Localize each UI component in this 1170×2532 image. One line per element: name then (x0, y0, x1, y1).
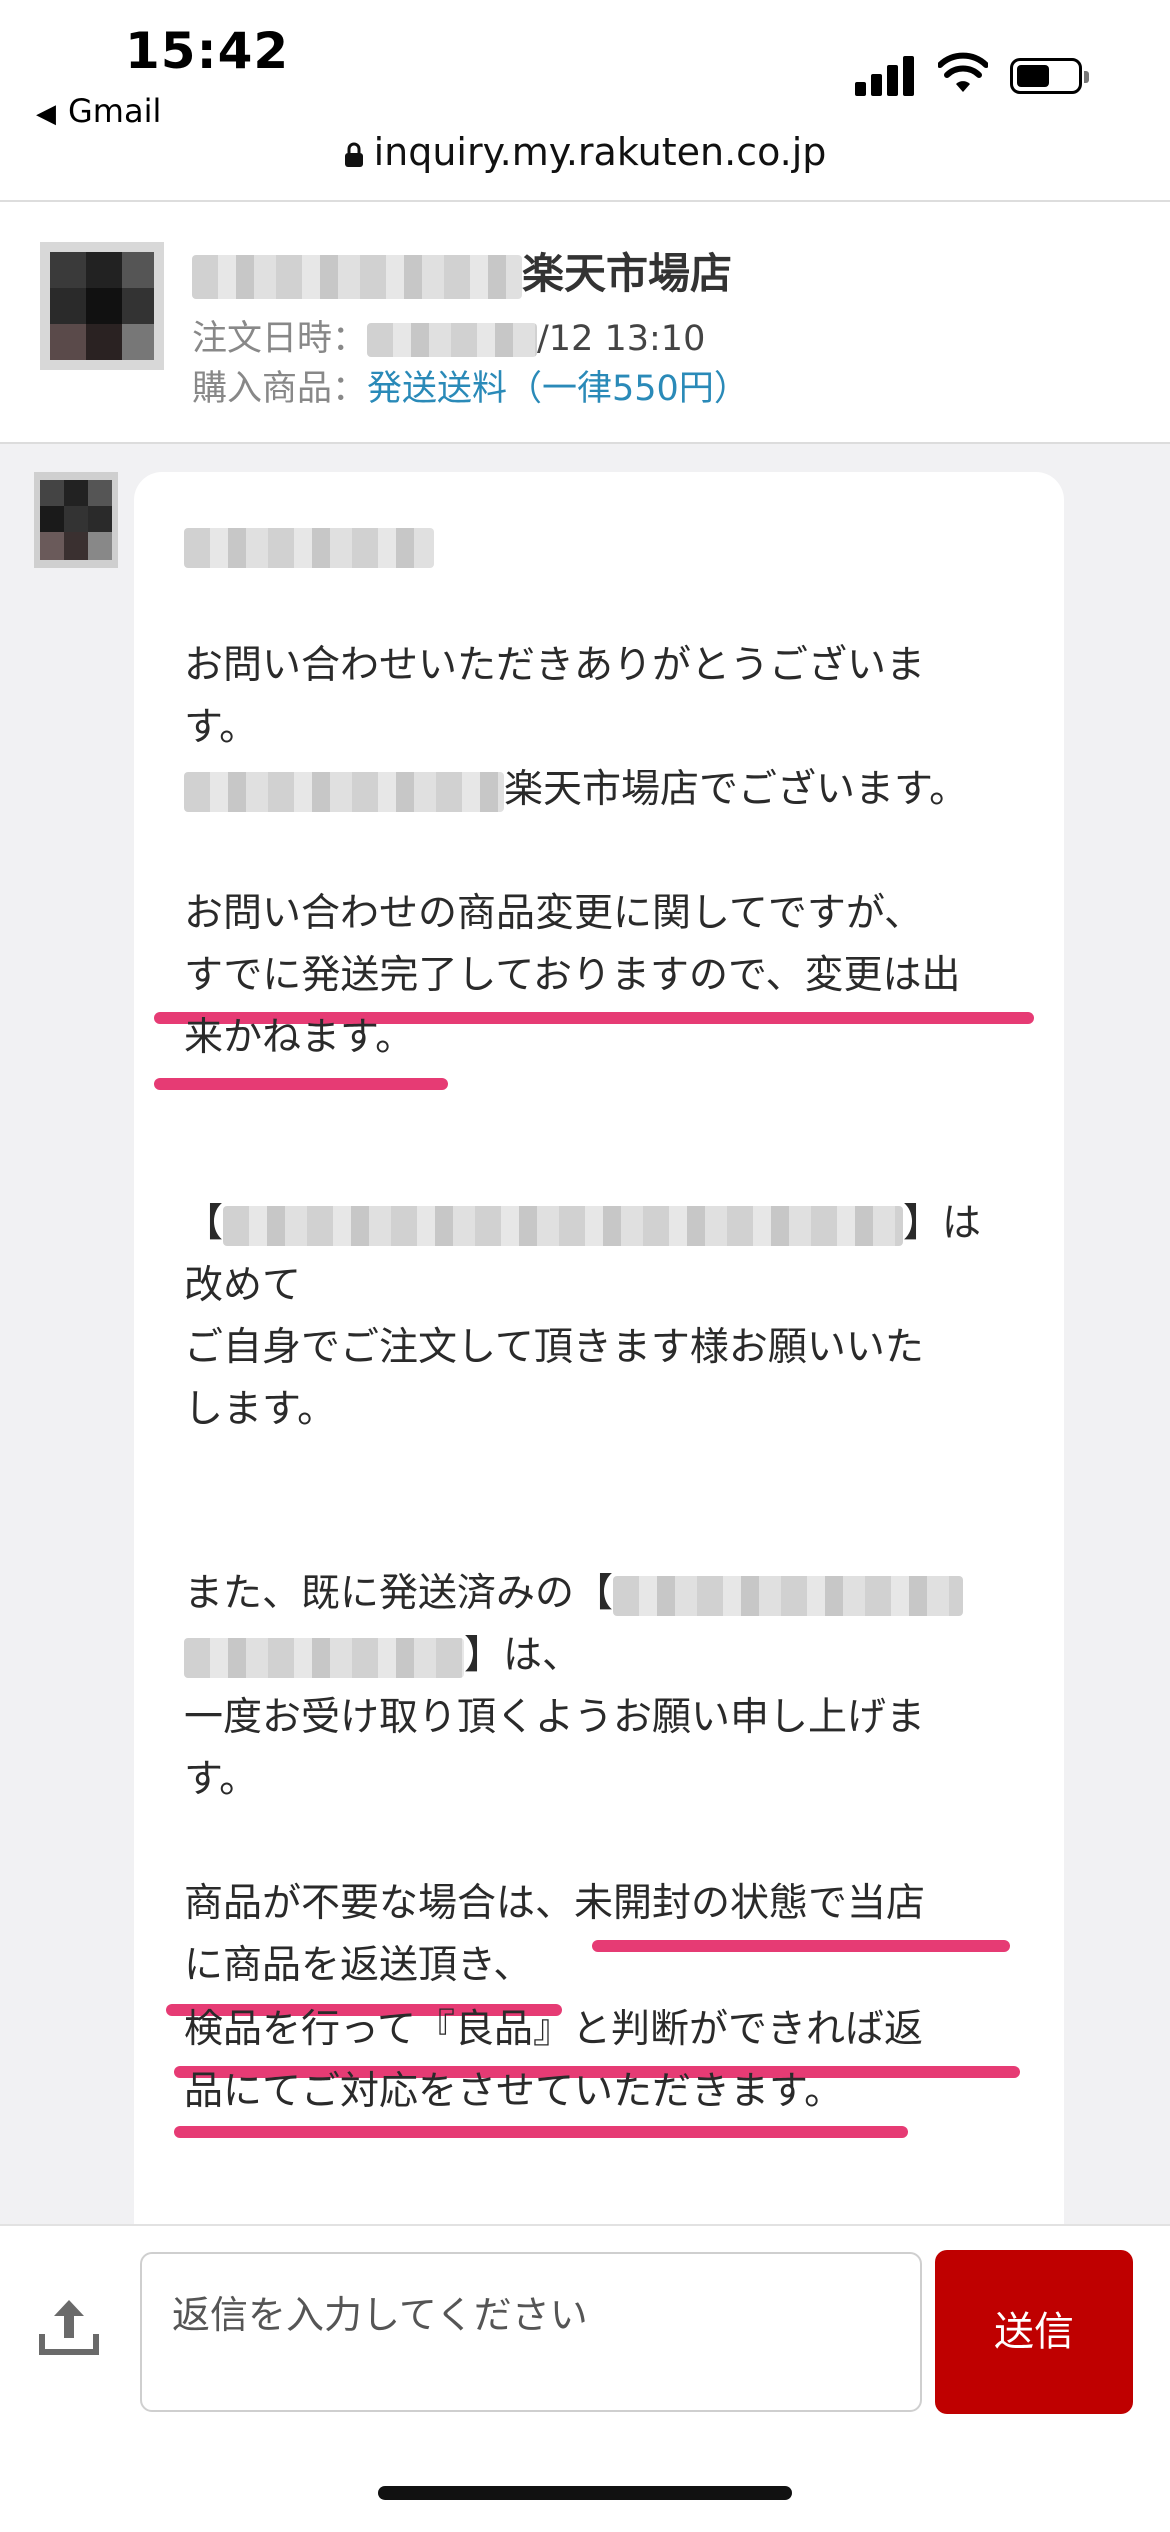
highlight-underline (154, 1078, 448, 1090)
message-line-text: 】は、 (464, 1633, 582, 1678)
bracket-open: 【 (184, 1201, 224, 1246)
clock: 15:42 (125, 22, 290, 80)
shop-avatar (40, 242, 164, 370)
reply-placeholder: 返信を入力してください (172, 2293, 588, 2337)
message-line-highlighted: 品にてご対応をさせていただきます。 (184, 2069, 844, 2114)
status-bar: 15:42 ◀ Gmail (0, 0, 1170, 150)
message-line: お問い合わせの商品変更に関してですが、 (184, 891, 924, 936)
shop-name: 楽天市場店 (192, 240, 732, 301)
sender-avatar (34, 472, 118, 568)
message-line-highlighted: 商品が不要な場合は、未開封の状態で当店 (184, 1881, 926, 1926)
back-app-label: Gmail (68, 92, 162, 130)
message-line: 】は、 (184, 1632, 581, 1680)
message-thread[interactable]: お問い合わせいただきありがとうございま す。 楽天市場店でございます。 お問い合… (0, 444, 1170, 2224)
wifi-icon (938, 52, 988, 92)
message-line: す。 (184, 705, 259, 750)
reply-input[interactable]: 返信を入力してください (140, 2252, 922, 2412)
message-line: す。 (184, 1757, 259, 1802)
order-date: 注文日時： /12 13:10 (192, 310, 705, 361)
message-line-highlighted: 検品を行って『良品』と判断ができれば返 (184, 2007, 924, 2052)
address-bar[interactable]: inquiry.my.rakuten.co.jp (0, 130, 1170, 200)
purchased-product: 購入商品：発送送料（一律550円） (192, 360, 749, 411)
message-line-highlighted: に商品を返送頂き、 (184, 1943, 533, 1988)
lock-icon (344, 142, 363, 167)
message-line: 【 】は (184, 1200, 981, 1248)
home-indicator[interactable] (378, 2486, 792, 2500)
shop-header: 楽天市場店 注文日時： /12 13:10 購入商品：発送送料（一律550円） (0, 202, 1170, 442)
message-line-text: 楽天市場店でございます。 (504, 767, 969, 812)
message-line-highlighted: 来かねます。 (184, 1015, 415, 1060)
message-bubble: お問い合わせいただきありがとうございま す。 楽天市場店でございます。 お問い合… (134, 472, 1064, 2224)
cellular-signal-icon (855, 52, 915, 96)
url-text: inquiry.my.rakuten.co.jp (373, 130, 827, 174)
message-line-text: また、既に発送済みの【 (184, 1571, 614, 1616)
product-label: 購入商品： (192, 369, 368, 409)
send-button[interactable]: 送信 (935, 2250, 1133, 2414)
product-link[interactable]: 発送送料（一律550円） (367, 369, 749, 409)
battery-icon (1010, 58, 1089, 94)
highlight-underline (592, 1940, 1010, 1952)
reply-bar: 返信を入力してください 送信 (0, 2224, 1170, 2532)
message-line: また、既に発送済みの【 (184, 1570, 964, 1618)
order-date-label: 注文日時： (192, 319, 368, 359)
back-to-app-link[interactable]: ◀ Gmail (36, 92, 161, 130)
upload-icon[interactable] (36, 2294, 102, 2360)
shop-name-suffix: 楽天市場店 (522, 249, 733, 298)
message-line: 改めて (184, 1263, 302, 1308)
highlight-underline (174, 2126, 908, 2138)
message-line: 楽天市場店でございます。 (184, 766, 968, 814)
redacted-order-date (367, 323, 538, 357)
order-date-value: /12 13:10 (537, 319, 706, 359)
back-arrow-icon: ◀ (36, 99, 56, 129)
redacted-shop-name (192, 254, 522, 299)
message-line: 一度お受け取り頂くようお願い申し上げま (184, 1695, 926, 1740)
redacted-salutation (184, 522, 434, 570)
message-line: ご自身でご注文して頂きます様お願いいた (184, 1325, 924, 1370)
message-line: します。 (184, 1387, 337, 1432)
message-line-highlighted: すでに発送完了しておりますので、変更は出 (184, 953, 961, 998)
message-line: お問い合わせいただきありがとうございま (184, 643, 926, 688)
bracket-close: 】は (903, 1201, 982, 1246)
